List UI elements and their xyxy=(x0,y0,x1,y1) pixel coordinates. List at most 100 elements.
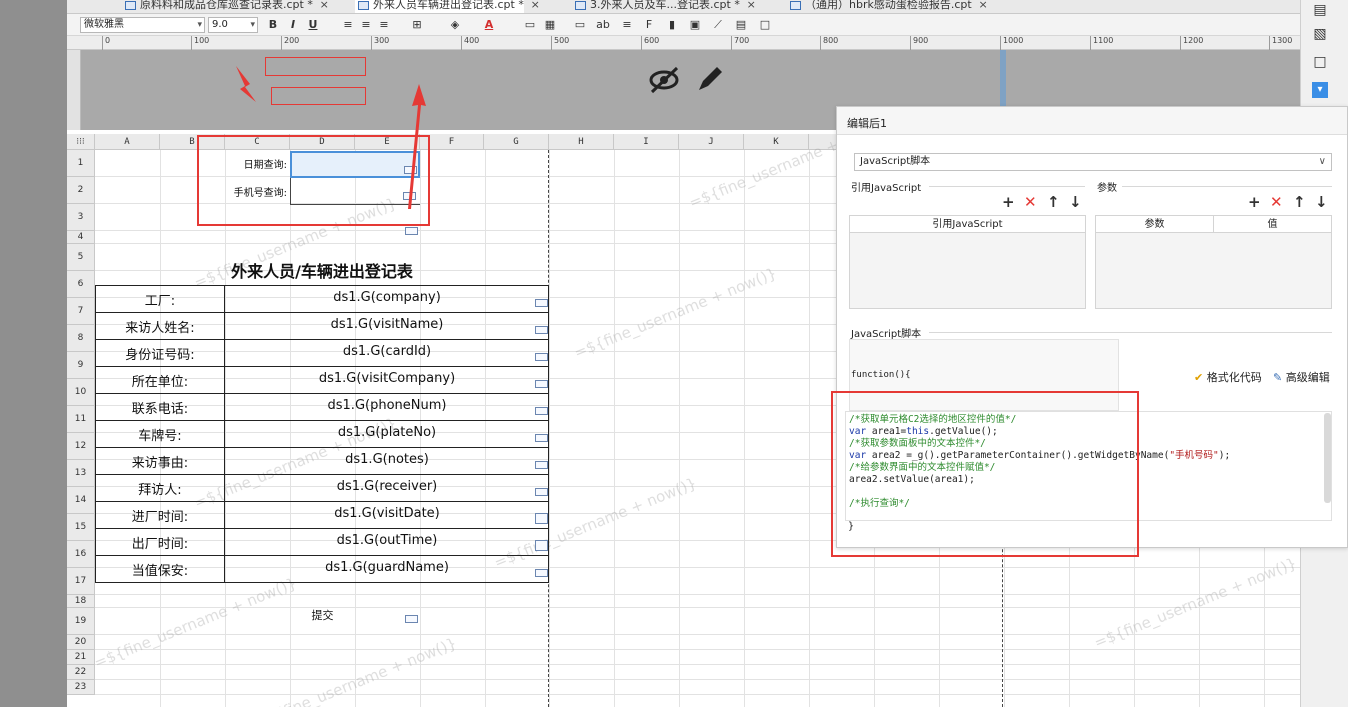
code-scrollbar[interactable] xyxy=(1324,413,1331,503)
row-header[interactable]: 18 xyxy=(67,595,95,608)
tab-1[interactable]: 外来人员车辆进出登记表.cpt * × xyxy=(355,0,540,13)
move-up-icon[interactable]: ↑ xyxy=(1293,195,1306,210)
delete-icon[interactable]: ✕ xyxy=(1270,195,1283,210)
bold-button[interactable]: B xyxy=(265,17,281,33)
row-header[interactable]: 22 xyxy=(67,665,95,680)
add-icon[interactable]: + xyxy=(1002,195,1015,210)
row-header[interactable]: 16 xyxy=(67,541,95,568)
params-table[interactable]: 参数 值 xyxy=(1095,215,1332,309)
row-value[interactable]: ds1.G(cardId) xyxy=(225,344,549,359)
row-value[interactable]: ds1.G(visitDate) xyxy=(225,506,549,521)
label-icon[interactable]: ab xyxy=(595,17,611,33)
row-value[interactable]: ds1.G(guardName) xyxy=(225,560,549,575)
add-icon[interactable]: + xyxy=(1248,195,1261,210)
submit-button[interactable]: 提交 xyxy=(290,607,355,623)
border-icon[interactable]: ⊞ xyxy=(409,17,425,33)
move-down-icon[interactable]: ↓ xyxy=(1315,195,1328,210)
formula-icon[interactable]: F xyxy=(641,17,657,33)
row-value[interactable]: ds1.G(visitCompany) xyxy=(225,371,549,386)
row-header[interactable]: 19 xyxy=(67,608,95,635)
corner-handle[interactable]: ⁝⁝⁝ xyxy=(67,134,95,150)
row-header[interactable]: 2 xyxy=(67,177,95,204)
row-header[interactable]: 14 xyxy=(67,487,95,514)
tab-3[interactable]: （通用）hbrk感动蛋检验报告.cpt × xyxy=(787,0,988,13)
paragraph-icon[interactable]: ≡ xyxy=(619,17,635,33)
col-header[interactable]: H xyxy=(549,134,614,150)
tab-0[interactable]: 原料料和成品仓库巡查记录表.cpt * × xyxy=(122,0,329,13)
widget-icon xyxy=(535,434,548,442)
property-icon[interactable]: ▤ xyxy=(1312,2,1328,18)
row-value[interactable]: ds1.G(company) xyxy=(225,290,549,305)
slash-icon[interactable]: ⟋ xyxy=(710,17,726,33)
row-value[interactable]: ds1.G(visitName) xyxy=(225,317,549,332)
col-header[interactable]: J xyxy=(679,134,744,150)
chart-icon[interactable]: ▮ xyxy=(664,17,680,33)
row-header[interactable]: 8 xyxy=(67,325,95,352)
row-header[interactable]: 17 xyxy=(67,568,95,595)
row-header[interactable]: 11 xyxy=(67,406,95,433)
script-type-select[interactable]: JavaScript脚本 ∨ xyxy=(854,153,1332,171)
move-down-icon[interactable]: ↓ xyxy=(1069,195,1082,210)
widget-settings-icon[interactable]: □ xyxy=(1312,54,1328,70)
col-header[interactable]: K xyxy=(744,134,809,150)
ref-js-list[interactable]: 引用JavaScript xyxy=(849,215,1086,309)
align-left-icon[interactable]: ≡ xyxy=(340,17,356,33)
move-up-icon[interactable]: ↑ xyxy=(1047,195,1060,210)
underline-button[interactable]: U xyxy=(305,17,321,33)
row-value[interactable]: ds1.G(receiver) xyxy=(225,479,549,494)
advanced-edit-button[interactable]: ✎ 高级编辑 xyxy=(1273,369,1330,385)
text-field-icon[interactable]: ▭ xyxy=(572,17,588,33)
format-code-button[interactable]: ✔ 格式化代码 xyxy=(1194,369,1262,385)
grid-line xyxy=(95,664,1300,665)
row-header[interactable]: 21 xyxy=(67,650,95,665)
sub-report-icon[interactable]: ▤ xyxy=(733,17,749,33)
row-header[interactable]: 20 xyxy=(67,635,95,650)
font-family-select[interactable]: 微软雅黑 ▾ xyxy=(80,17,205,33)
row-header[interactable]: 15 xyxy=(67,514,95,541)
close-icon[interactable]: × xyxy=(978,0,987,13)
delete-icon[interactable]: ✕ xyxy=(1024,195,1037,210)
row-value[interactable]: ds1.G(plateNo) xyxy=(225,425,549,440)
widget-icon xyxy=(535,326,548,334)
row-header[interactable]: 23 xyxy=(67,680,95,695)
italic-button[interactable]: I xyxy=(285,17,301,33)
row-value[interactable]: ds1.G(notes) xyxy=(225,452,549,467)
font-color-icon[interactable]: A xyxy=(481,17,497,33)
col-header[interactable]: G xyxy=(484,134,549,150)
fill-color-icon[interactable]: ◈ xyxy=(447,17,463,33)
row-header[interactable]: 4 xyxy=(67,231,95,244)
close-icon[interactable]: × xyxy=(747,0,756,13)
event-settings-icon[interactable]: ▾ xyxy=(1312,82,1328,98)
row-header[interactable]: 12 xyxy=(67,433,95,460)
row-header[interactable]: 6 xyxy=(67,271,95,298)
ruler-tick: 1300 xyxy=(1269,36,1292,50)
close-icon[interactable]: × xyxy=(531,0,540,13)
align-right-icon[interactable]: ≡ xyxy=(376,17,392,33)
edit-pencil-icon[interactable] xyxy=(695,64,725,96)
row-header[interactable]: 3 xyxy=(67,204,95,231)
row-header[interactable]: 13 xyxy=(67,460,95,487)
tab-2[interactable]: 3.外来人员及车...登记表.cpt * × xyxy=(572,0,756,13)
font-size-select[interactable]: 9.0 ▾ xyxy=(208,17,258,33)
col-header[interactable]: I xyxy=(614,134,679,150)
ruler-tick: 800 xyxy=(820,36,838,50)
report-file-icon xyxy=(358,1,369,10)
row-value[interactable]: ds1.G(outTime) xyxy=(225,533,549,548)
merge-cells-icon[interactable]: ▭ xyxy=(522,17,538,33)
hidden-eye-icon[interactable] xyxy=(647,64,683,96)
align-center-icon[interactable]: ≡ xyxy=(358,17,374,33)
row-header[interactable]: 1 xyxy=(67,150,95,177)
image-icon[interactable]: ▣ xyxy=(687,17,703,33)
table-icon[interactable]: ▦ xyxy=(542,17,558,33)
row-header[interactable]: 10 xyxy=(67,379,95,406)
cell-attr-icon[interactable]: ▧ xyxy=(1312,26,1328,42)
close-icon[interactable]: × xyxy=(320,0,329,13)
row-label: 所在单位: xyxy=(131,375,189,390)
row-header[interactable]: 7 xyxy=(67,298,95,325)
grid-line xyxy=(95,649,1300,650)
row-value[interactable]: ds1.G(phoneNum) xyxy=(225,398,549,413)
widget-icon[interactable]: □ xyxy=(757,17,773,33)
row-header[interactable]: 9 xyxy=(67,352,95,379)
row-header[interactable]: 5 xyxy=(67,244,95,271)
col-header[interactable]: A xyxy=(95,134,160,150)
